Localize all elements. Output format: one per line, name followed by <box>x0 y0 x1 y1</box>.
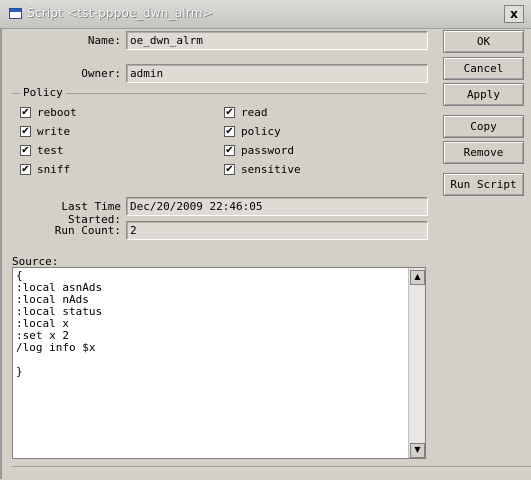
ok-button[interactable]: OK <box>443 30 524 53</box>
owner-field[interactable]: admin <box>126 64 428 83</box>
checkbox-label-password: password <box>241 144 294 157</box>
apply-button[interactable]: Apply <box>443 83 524 106</box>
status-bar <box>12 466 531 480</box>
checkbox-password[interactable]: ✔ <box>224 145 235 156</box>
source-scrollbar[interactable]: ▲ ▼ <box>408 268 425 458</box>
checkbox-write[interactable]: ✔ <box>20 126 31 137</box>
window-edge <box>0 28 2 479</box>
checkbox-label-reboot: reboot <box>37 106 77 119</box>
checkbox-label-policy: policy <box>241 125 281 138</box>
copy-button[interactable]: Copy <box>443 115 524 138</box>
checkbox-sensitive[interactable]: ✔ <box>224 164 235 175</box>
scroll-up-icon[interactable]: ▲ <box>410 270 425 285</box>
run-count-field: 2 <box>126 221 428 240</box>
remove-button[interactable]: Remove <box>443 141 524 164</box>
run-count-label: Run Count: <box>54 224 121 237</box>
run-script-button[interactable]: Run Script <box>443 173 524 196</box>
close-button[interactable]: x <box>504 5 524 23</box>
owner-label: Owner: <box>81 67 121 80</box>
checkbox-label-sniff: sniff <box>37 163 71 176</box>
name-field[interactable]: oe_dwn_alrm <box>126 31 428 50</box>
source-text[interactable]: { :local asnAds :local nAds :local statu… <box>16 270 102 378</box>
window-title: Script <tst-pppoe_dwn_alrm> <box>27 6 213 20</box>
window-icon <box>9 8 22 19</box>
title-bar[interactable]: Script <tst-pppoe_dwn_alrm> x <box>0 0 531 29</box>
checkbox-label-write: write <box>37 125 71 138</box>
cancel-button[interactable]: Cancel <box>443 57 524 80</box>
checkbox-test[interactable]: ✔ <box>20 145 31 156</box>
checkbox-sniff[interactable]: ✔ <box>20 164 31 175</box>
policy-group-label: Policy <box>20 86 66 99</box>
checkbox-label-sensitive: sensitive <box>241 163 301 176</box>
scroll-down-icon[interactable]: ▼ <box>410 443 425 458</box>
source-editor[interactable]: { :local asnAds :local nAds :local statu… <box>12 267 426 459</box>
checkbox-label-test: test <box>37 144 64 157</box>
name-label: Name: <box>87 34 121 47</box>
checkbox-read[interactable]: ✔ <box>224 107 235 118</box>
last-started-label: Last Time Started: <box>61 200 121 226</box>
checkbox-policy[interactable]: ✔ <box>224 126 235 137</box>
checkbox-reboot[interactable]: ✔ <box>20 107 31 118</box>
checkbox-label-read: read <box>241 106 268 119</box>
last-started-field: Dec/20/2009 22:46:05 <box>126 197 428 216</box>
